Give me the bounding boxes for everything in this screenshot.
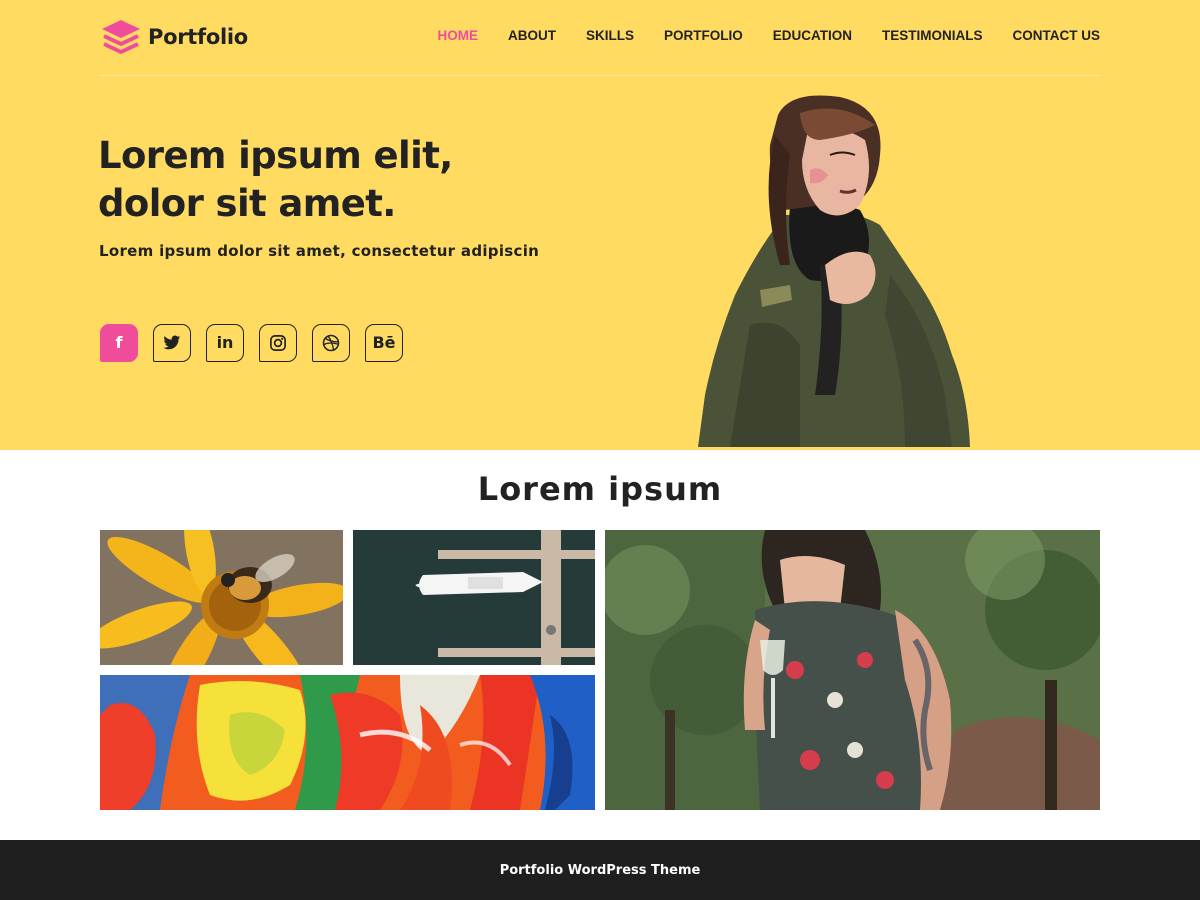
- behance-icon: Bē: [372, 333, 396, 352]
- abstract-paint-image: [100, 675, 595, 810]
- footer-credit[interactable]: Portfolio WordPress Theme: [500, 863, 701, 878]
- hero-section: Portfolio HOME ABOUT SKILLS PORTFOLIO ED…: [0, 0, 1200, 450]
- gallery-image-bee-flower[interactable]: [100, 530, 343, 665]
- nav-testimonials[interactable]: TESTIMONIALS: [882, 28, 983, 43]
- nav-portfolio[interactable]: PORTFOLIO: [664, 28, 743, 43]
- brand-link[interactable]: Portfolio: [100, 18, 248, 56]
- behance-link[interactable]: Bē: [365, 324, 403, 362]
- dribbble-icon: [322, 334, 340, 352]
- hero-portrait-image: [698, 95, 970, 447]
- nav-home[interactable]: HOME: [437, 28, 478, 43]
- stack-logo-icon: [102, 20, 140, 54]
- main-nav: HOME ABOUT SKILLS PORTFOLIO EDUCATION TE…: [407, 28, 1100, 43]
- twitter-link[interactable]: [153, 324, 191, 362]
- hero-title-line-1: Lorem ipsum elit,: [98, 134, 453, 177]
- site-header: Portfolio HOME ABOUT SKILLS PORTFOLIO ED…: [100, 0, 1100, 76]
- hero-subtitle: Lorem ipsum dolor sit amet, consectetur …: [99, 242, 540, 260]
- twitter-icon: [163, 335, 181, 350]
- gallery-title: Lorem ipsum: [477, 470, 723, 508]
- instagram-link[interactable]: [259, 324, 297, 362]
- social-links: f in Bē: [100, 324, 418, 362]
- nav-skills[interactable]: SKILLS: [586, 28, 634, 43]
- gallery-image-boat-dock[interactable]: [353, 530, 595, 665]
- bee-on-flower-image: [100, 530, 343, 665]
- woman-with-wine-image: [605, 530, 1100, 810]
- facebook-icon: f: [115, 333, 123, 352]
- hero-title: Lorem ipsum elit, dolor sit amet.: [98, 132, 558, 228]
- linkedin-icon: in: [216, 333, 234, 352]
- gallery-image-woman-wine[interactable]: [605, 530, 1100, 810]
- hero-title-line-2: dolor sit amet.: [98, 182, 396, 225]
- instagram-icon: [270, 335, 286, 351]
- gallery-image-abstract-paint[interactable]: [100, 675, 595, 810]
- site-footer: Portfolio WordPress Theme: [0, 840, 1200, 900]
- nav-education[interactable]: EDUCATION: [773, 28, 852, 43]
- nav-about[interactable]: ABOUT: [508, 28, 556, 43]
- dribbble-link[interactable]: [312, 324, 350, 362]
- facebook-link[interactable]: f: [100, 324, 138, 362]
- boat-at-dock-image: [353, 530, 595, 665]
- linkedin-link[interactable]: in: [206, 324, 244, 362]
- brand-name: Portfolio: [148, 25, 248, 49]
- nav-contact-us[interactable]: CONTACT US: [1013, 28, 1101, 43]
